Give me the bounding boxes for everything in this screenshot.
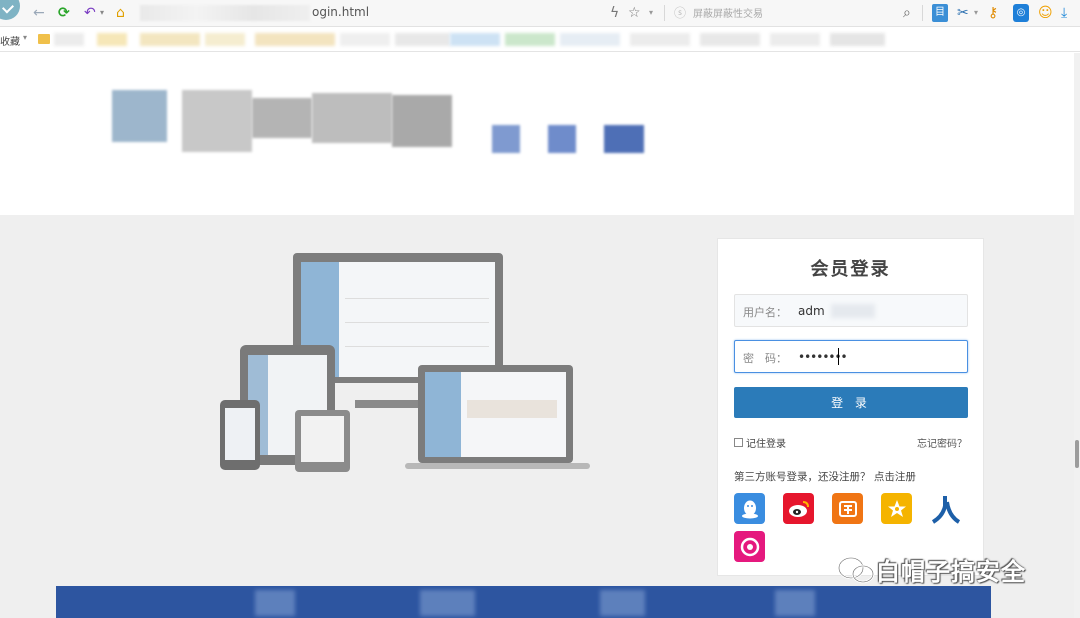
monitor-line (345, 298, 489, 299)
scissors-dropdown-icon[interactable]: ▾ (974, 4, 978, 22)
extension-icon[interactable]: 目 (932, 4, 948, 22)
text-caret (838, 348, 839, 365)
login-button[interactable]: 登 录 (734, 387, 968, 418)
site-name-redacted (312, 93, 392, 143)
forgot-password-link[interactable]: 忘记密码？ (917, 435, 967, 450)
smile-icon[interactable]: ☺ (1038, 4, 1053, 22)
watermark-text: 白帽子搞安全 (876, 558, 1026, 586)
site-tagline-redacted (492, 125, 520, 153)
third-party-label: 第三方账号登录，还没注册？ (734, 471, 871, 483)
site-name-redacted (392, 95, 452, 147)
monitor-line (345, 346, 489, 347)
username-field[interactable]: 用户名： adm (734, 294, 968, 327)
remember-login[interactable]: 记住登录 (734, 435, 786, 450)
bookmark-redacted[interactable] (630, 33, 690, 46)
kaixin-login-icon[interactable] (881, 493, 912, 524)
home-icon[interactable]: ⌂ (116, 4, 125, 22)
login-panel: 会员登录 用户名： adm 密 码： •••••••• 登 录 记住登录 忘记密… (717, 238, 984, 576)
password-field[interactable]: 密 码： •••••••• (734, 340, 968, 373)
folder-icon[interactable] (38, 34, 50, 44)
bookmark-redacted[interactable] (830, 33, 885, 46)
renren-login-icon[interactable] (930, 493, 961, 524)
undo-icon[interactable]: ↶ (84, 4, 96, 22)
scrollbar-track[interactable] (1074, 53, 1080, 618)
weibo-login-icon[interactable] (783, 493, 814, 524)
scissors-icon[interactable]: ✂ (957, 4, 969, 22)
lightning-icon[interactable]: ϟ (610, 4, 619, 22)
footer-link-redacted[interactable] (420, 590, 475, 616)
star-icon[interactable]: ☆ (628, 4, 641, 22)
site-name-redacted (182, 90, 252, 152)
third-party-login-text: 第三方账号登录，还没注册？ 点击注册 (734, 469, 916, 484)
other-login-icon[interactable] (734, 531, 765, 562)
back-arrow-icon[interactable]: ← (33, 4, 45, 22)
chevron-down-icon[interactable]: ▾ (23, 33, 27, 42)
username-label: 用户名： (743, 306, 787, 319)
qq-login-icon[interactable] (734, 493, 765, 524)
password-value[interactable]: •••••••• (798, 350, 848, 364)
search-icon[interactable]: ⌕ (903, 4, 911, 22)
register-link[interactable]: 点击注册 (874, 471, 916, 483)
site-header (0, 53, 1080, 215)
watermark: 白帽子搞安全 (836, 552, 1026, 587)
site-name-redacted (252, 98, 312, 138)
phone-screen (301, 416, 344, 462)
bookmark-redacted[interactable] (505, 33, 555, 46)
laptop-base (405, 463, 590, 469)
bookmark-redacted[interactable] (340, 33, 390, 46)
bookmarks-label[interactable]: 收藏 (0, 33, 20, 48)
browser-toolbar: ← ⟳ ↶ ▾ ⌂ ogin.html ϟ ☆ ▾ ⓢ 屏蔽屏蔽性交易 ⌕ 目 … (0, 0, 1080, 27)
laptop-sidebar (425, 372, 461, 457)
download-icon[interactable]: ⤓ (1061, 4, 1067, 22)
bookmark-redacted[interactable] (54, 33, 84, 46)
bookmark-redacted[interactable] (255, 33, 335, 46)
footer-nav-bar (56, 586, 991, 618)
remember-checkbox[interactable] (734, 438, 743, 447)
undo-dropdown-icon[interactable]: ▾ (100, 4, 104, 22)
login-title: 会员登录 (810, 259, 891, 280)
bookmark-redacted[interactable] (395, 33, 450, 46)
bookmark-redacted[interactable] (97, 33, 127, 46)
laptop-content-block (467, 400, 557, 418)
phone-screen (225, 408, 255, 460)
bookmark-redacted[interactable] (450, 33, 500, 46)
footer-link-redacted[interactable] (600, 590, 645, 616)
site-tagline-redacted (604, 125, 644, 153)
bookmark-redacted[interactable] (770, 33, 820, 46)
username-redacted (831, 304, 875, 318)
bookmark-redacted[interactable] (205, 33, 245, 46)
star-dropdown-icon[interactable]: ▾ (649, 4, 653, 22)
password-label: 密 码： (743, 352, 787, 365)
bookmark-redacted[interactable] (560, 33, 620, 46)
browser-logo-icon (0, 0, 20, 20)
footer-link-redacted[interactable] (255, 590, 295, 616)
address-bar[interactable]: ogin.html (140, 3, 660, 24)
url-text: ogin.html (312, 5, 370, 19)
search-engine-icon: ⓢ (674, 6, 687, 20)
bookmarks-bar: 收藏 ▾ (0, 27, 1080, 52)
devices-illustration (220, 253, 590, 472)
separator (664, 5, 665, 21)
remember-label: 记住登录 (746, 439, 786, 450)
monitor-line (345, 322, 489, 323)
key-icon[interactable]: ⚷ (988, 4, 998, 22)
wechat-icon (837, 556, 875, 583)
site-tagline-redacted (548, 125, 576, 153)
bookmark-redacted[interactable] (700, 33, 760, 46)
separator (922, 5, 923, 21)
footer-link-redacted[interactable] (775, 590, 815, 616)
scrollbar-thumb[interactable] (1075, 440, 1079, 468)
zoom-extension-icon[interactable]: ◎ (1013, 4, 1029, 22)
username-value[interactable]: adm (798, 304, 825, 318)
site-logo-redacted (112, 90, 167, 142)
bookmark-redacted[interactable] (140, 33, 200, 46)
taobao-login-icon[interactable] (832, 493, 863, 524)
url-redacted (140, 5, 310, 21)
search-placeholder[interactable]: 屏蔽屏蔽性交易 (693, 5, 763, 20)
refresh-icon[interactable]: ⟳ (58, 4, 70, 22)
